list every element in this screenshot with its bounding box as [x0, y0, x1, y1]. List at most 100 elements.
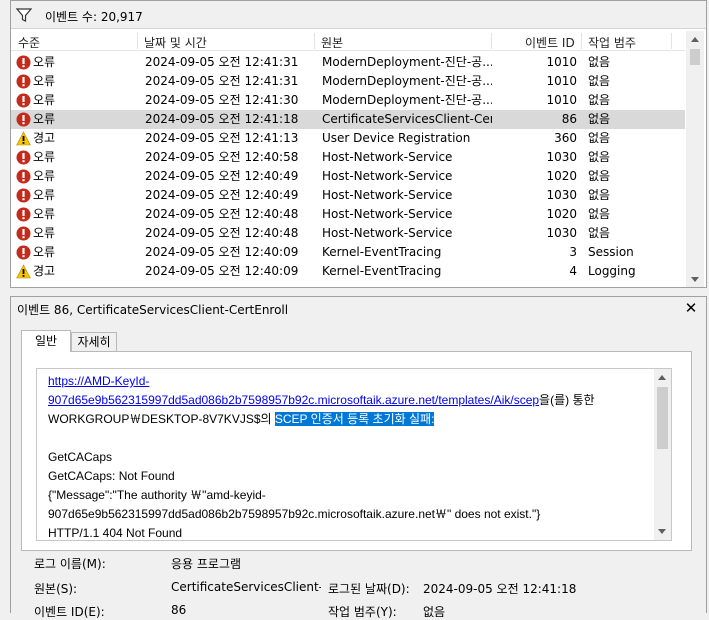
event-id-label: 이벤트 ID(E): [34, 605, 105, 619]
error-icon [16, 226, 31, 241]
column-divider[interactable] [581, 33, 582, 49]
event-date: 2024-09-05 오전 12:40:09 [145, 245, 299, 259]
tab-details[interactable]: 자세히 [71, 332, 117, 352]
event-row[interactable]: 오류 2024-09-05 오전 12:41:18 CertificateServi… [11, 110, 685, 129]
event-row[interactable]: 오류 2024-09-05 오전 12:40:49 Host-Network-Ser… [11, 186, 685, 205]
scroll-up-arrow-icon[interactable] [691, 37, 699, 42]
event-id-value[interactable]: 86 [171, 603, 186, 617]
event-level: 경고 [33, 131, 56, 145]
event-source: ModernDeployment-진단-공... [322, 93, 492, 107]
event-date: 2024-09-05 오전 12:41:31 [145, 55, 299, 69]
source-value[interactable]: CertificateServicesClient-Cer [171, 580, 321, 594]
message-line: {"Message":"The authority ￦"amd-keyid- [48, 488, 266, 502]
event-row[interactable]: 경고 2024-09-05 오전 12:40:09 Kernel-EventTrac… [11, 262, 685, 281]
warning-icon [16, 264, 31, 279]
event-category: 없음 [588, 93, 611, 107]
event-category: 없음 [588, 55, 611, 69]
column-divider[interactable] [314, 33, 315, 49]
event-id: 1010 [546, 93, 577, 107]
event-row[interactable]: 오류 2024-09-05 오전 12:40:48 Host-Network-Ser… [11, 224, 685, 243]
event-id: 1030 [546, 226, 577, 240]
event-level: 오류 [33, 150, 56, 164]
event-date: 2024-09-05 오전 12:41:18 [145, 112, 299, 126]
filter-icon[interactable] [15, 7, 33, 23]
event-level: 오류 [33, 93, 56, 107]
scep-link-continued[interactable]: 907d65e9b562315997dd5ad086b2b7598957b92c… [48, 393, 539, 407]
message-line: GetCACaps: Not Found [48, 469, 175, 483]
event-id: 3 [569, 245, 577, 259]
event-source: Kernel-EventTracing [322, 264, 442, 278]
message-line: GetCACaps [48, 450, 113, 464]
event-date: 2024-09-05 오전 12:40:49 [145, 188, 299, 202]
event-detail-title: 이벤트 86, CertificateServicesClient-CertEn… [17, 303, 289, 317]
event-category: Session [588, 245, 634, 259]
event-row[interactable]: 오류 2024-09-05 오전 12:40:49 Host-Network-Ser… [11, 167, 685, 186]
column-divider[interactable] [671, 33, 672, 49]
event-message-text[interactable]: https://AMD-KeyId- 907d65e9b562315997dd5… [48, 372, 648, 540]
event-count-bar: 이벤트 수: 20,917 [11, 1, 706, 29]
column-date[interactable]: 날짜 및 시간 [144, 34, 207, 51]
event-detail-pane: 이벤트 86, CertificateServicesClient-CertEn… [10, 296, 707, 619]
event-date: 2024-09-05 오전 12:40:58 [145, 150, 299, 164]
event-date: 2024-09-05 오전 12:41:13 [145, 131, 299, 145]
error-icon [16, 188, 31, 203]
scroll-down-arrow-icon[interactable] [658, 529, 666, 534]
tab-general[interactable]: 일반 [21, 330, 71, 352]
scrollbar-thumb[interactable] [657, 387, 668, 449]
event-id: 4 [569, 264, 577, 278]
event-date: 2024-09-05 오전 12:41:30 [145, 93, 299, 107]
task-category-value[interactable]: 없음 [423, 603, 445, 620]
event-level: 오류 [33, 226, 56, 240]
column-source[interactable]: 원본 [321, 34, 343, 51]
event-source: Host-Network-Service [322, 207, 453, 221]
event-list-scrollbar[interactable] [686, 31, 704, 287]
event-row[interactable]: 경고 2024-09-05 오전 12:41:13 User Device Regi… [11, 129, 685, 148]
column-divider[interactable] [491, 33, 492, 49]
source-label: 원본(S): [34, 582, 78, 596]
column-event-id[interactable]: 이벤트 ID [525, 34, 575, 51]
event-row[interactable]: 오류 2024-09-05 오전 12:40:58 Host-Network-Ser… [11, 148, 685, 167]
logged-date-value[interactable]: 2024-09-05 오전 12:41:18 [423, 580, 576, 597]
scroll-down-arrow-icon[interactable] [691, 277, 699, 282]
event-level: 경고 [33, 264, 56, 278]
event-level: 오류 [33, 112, 56, 126]
event-message-box[interactable]: https://AMD-KeyId- 907d65e9b562315997dd5… [36, 368, 672, 541]
scrollbar-thumb[interactable] [690, 49, 700, 65]
event-row[interactable]: 오류 2024-09-05 오전 12:41:31 ModernDeployment… [11, 72, 685, 91]
column-divider[interactable] [137, 33, 138, 49]
event-level: 오류 [33, 245, 56, 259]
event-row[interactable]: 오류 2024-09-05 오전 12:41:31 ModernDeployment… [11, 53, 685, 72]
scep-link[interactable]: https://AMD-KeyId- [48, 374, 149, 388]
close-button[interactable]: ✕ [681, 297, 701, 319]
event-date: 2024-09-05 오전 12:41:31 [145, 74, 299, 88]
event-source: Host-Network-Service [322, 226, 453, 240]
scroll-up-arrow-icon[interactable] [658, 375, 666, 380]
log-name-label: 로그 이름(M): [34, 557, 106, 571]
event-category: Logging [588, 264, 636, 278]
event-level: 오류 [33, 55, 56, 69]
event-id: 1030 [546, 188, 577, 202]
event-row[interactable]: 오류 2024-09-05 오전 12:40:09 Kernel-EventTrac… [11, 243, 685, 262]
event-count-label: 이벤트 수: 20,917 [45, 10, 143, 24]
event-id: 1010 [546, 74, 577, 88]
event-level: 오류 [33, 74, 56, 88]
column-header: 수준 날짜 및 시간 원본 이벤트 ID 작업 범주 [11, 31, 685, 51]
event-row[interactable]: 오류 2024-09-05 오전 12:41:30 ModernDeployment… [11, 91, 685, 110]
general-tab-content: https://AMD-KeyId- 907d65e9b562315997dd5… [21, 351, 692, 551]
event-id: 1020 [546, 169, 577, 183]
column-category[interactable]: 작업 범주 [588, 34, 636, 51]
event-category: 없음 [588, 74, 611, 88]
message-scrollbar[interactable] [654, 369, 671, 540]
message-fragment: WORKGROUP￦DESKTOP-8V7KVJS$의 [48, 412, 275, 426]
column-level[interactable]: 수준 [18, 34, 40, 51]
event-row[interactable]: 오류 2024-09-05 오전 12:40:48 Host-Network-Ser… [11, 205, 685, 224]
event-id: 1010 [546, 55, 577, 69]
event-category: 없음 [588, 207, 611, 221]
event-source: Host-Network-Service [322, 150, 453, 164]
event-category: 없음 [588, 112, 611, 126]
message-line: 907d65e9b562315997dd5ad086b2b7598957b92c… [48, 507, 541, 521]
event-category: 없음 [588, 131, 611, 145]
event-date: 2024-09-05 오전 12:40:49 [145, 169, 299, 183]
error-icon [16, 112, 31, 127]
log-name-value[interactable]: 응용 프로그램 [171, 555, 241, 572]
